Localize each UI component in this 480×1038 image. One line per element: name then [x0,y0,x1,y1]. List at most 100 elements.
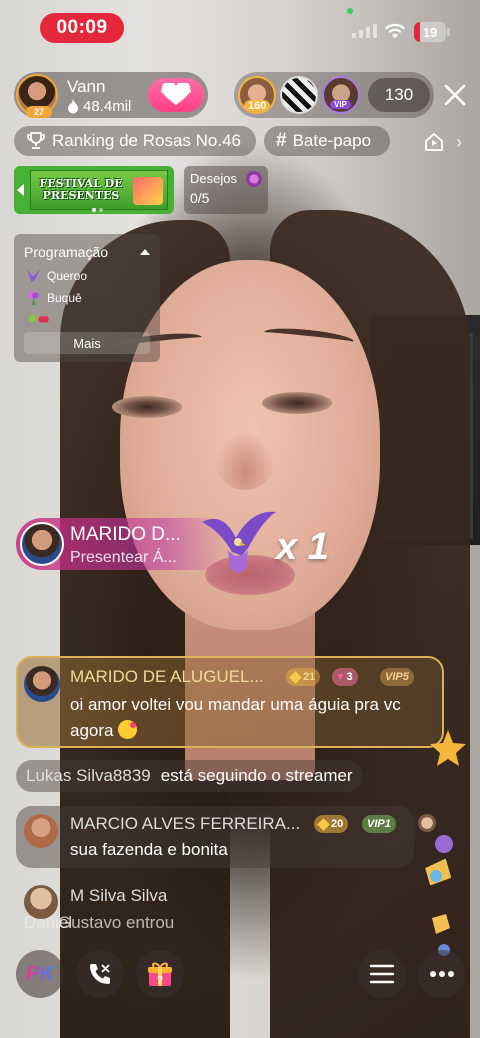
top-viewers: 160 VIP 130 [234,72,434,118]
collapse-arrow-icon[interactable] [17,184,24,196]
follower-count: 48.4mil [83,98,132,115]
eagle-icon [26,268,41,283]
more-options-button[interactable] [418,950,466,998]
menu-button[interactable] [358,950,406,998]
gift-box-icon [133,177,163,205]
star-decoration-icon [430,730,466,766]
wishes-panel[interactable]: Desejos 0/5 [184,166,268,214]
battery-tip [447,28,450,36]
hashtag-icon: # [276,130,287,151]
wishes-count: 0/5 [190,190,210,206]
follow-notice-text: está seguindo o streamer [160,766,353,785]
follow-notification: Lukas Silva8839 está seguindo o streamer [16,760,363,792]
programming-item[interactable]: Queroo [26,268,87,283]
screen-recording-timer[interactable]: 00:09 [40,13,124,43]
gift-action: Presentear Á... [70,549,177,566]
eagle-gift-icon [202,511,276,574]
viewer-3-vip-badge: VIP [330,100,351,109]
chat-username[interactable]: M Silva Silva [70,886,167,906]
level-badge: 21 [286,668,321,686]
vip-level: VIP5 [385,671,409,683]
chat-avatar[interactable] [24,666,60,702]
chat-username[interactable]: MARIDO DE ALUGUEL... [70,667,264,687]
call-button[interactable] [76,950,124,998]
programming-item-label: Queroo [47,268,88,283]
home-icon[interactable] [424,132,444,152]
status-bar: 00:09 19 [0,0,480,56]
gift-combo-count: x 1 [276,526,329,568]
gift-sender-name: MARIDO D... [70,524,181,545]
ranking-label: Ranking de Rosas No.46 [52,131,242,150]
host-followers: 48.4mil [67,98,131,115]
bouquet-icon [27,290,39,305]
festival-text: FESTIVAL DE PRESENTES [39,177,123,202]
battery-level: 19 [422,24,438,40]
wish-gift-icon [246,171,262,187]
fan-level: 3 [346,671,353,683]
programming-title: Programação [24,244,109,260]
streamer-eye-left [112,396,182,418]
fan-badge: ♥ 3 [332,668,358,686]
festival-banner[interactable]: FESTIVAL DE PRESENTES [14,166,174,214]
heart-icon [161,83,191,105]
follow-button[interactable] [148,78,204,112]
vip-badge: VIP1 [362,815,396,833]
wifi-icon [385,23,405,38]
more-dots-icon [430,971,454,977]
more-label: Mais [73,335,101,351]
festival-banner-art: FESTIVAL DE PRESENTES [30,170,168,210]
battery-icon: 19 [414,22,446,42]
viewer-1-badge: 160 [244,100,271,112]
heart-badge-icon: ♥ [337,671,344,683]
level-value: 21 [303,671,316,683]
flame-icon [68,99,78,114]
gift-sender-avatar[interactable] [20,522,64,566]
floating-reactions [425,835,453,956]
recording-time: 00:09 [56,17,108,38]
collapse-caret-icon[interactable] [140,249,150,255]
chat-tag[interactable]: # Bate-papo [264,126,390,156]
rose-ranking-tag[interactable]: Ranking de Rosas No.46 [14,126,256,156]
programming-item[interactable]: Buquê [26,290,82,305]
close-button[interactable] [442,80,468,110]
trophy-icon [27,132,45,149]
chat-username[interactable]: MARCIO ALVES FERREIRA... [70,814,300,834]
cellular-signal-icon [352,24,377,38]
chat-message-text: oi amor voltei vou mandar uma águia pra … [70,692,430,744]
vip-badge: VIP5 [380,668,414,686]
carousel-dots [92,208,103,212]
viewer-count-button[interactable]: 130 [368,78,430,112]
close-icon [444,84,466,106]
more-button[interactable]: Mais [24,332,150,354]
kiss-emoji-icon [118,720,138,739]
live-stream-screen: 00:09 19 27 Vann 48.4mil 160 VIP 130 Ran… [0,0,480,1038]
svg-text:?: ? [157,975,163,986]
diamond-icon [317,817,330,831]
host-info[interactable]: 27 Vann 48.4mil [14,72,208,118]
streamer-eye-right [262,392,332,414]
pk-button[interactable]: PK [16,950,64,998]
gift-box-icon: ? [148,962,172,986]
pk-label: PK [26,962,54,985]
host-level-badge: 27 [26,106,52,118]
vip-level: VIP1 [367,818,391,830]
programming-item[interactable] [26,310,56,325]
diamond-icon [289,670,302,684]
chat-message-text: sua fazenda e bonita [70,840,228,859]
chat-tag-label: Bate-papo [292,131,372,150]
hamburger-menu-icon [369,964,395,984]
fruit-icon [28,314,49,323]
host-name: Vann [67,77,106,96]
entry-notice-text: Gustavo entrou [58,913,175,932]
gift-button[interactable]: ? [136,950,184,998]
chat-message[interactable]: MARCIO ALVES FERREIRA... 20 VIP1 sua faz… [16,806,436,868]
streamer-nose [215,430,275,490]
programming-item-label: Buquê [47,290,82,305]
highlighted-chat-message[interactable]: MARIDO DE ALUGUEL... 21 ♥ 3 VIP5 oi amor… [16,656,444,748]
phone-call-icon [90,964,110,984]
viewer-avatar-2[interactable] [280,76,318,114]
chevron-right-icon[interactable]: › [456,132,462,153]
follower-username[interactable]: Lukas Silva8839 [26,766,151,786]
camera-indicator [347,8,353,14]
chat-avatar[interactable] [24,814,58,848]
